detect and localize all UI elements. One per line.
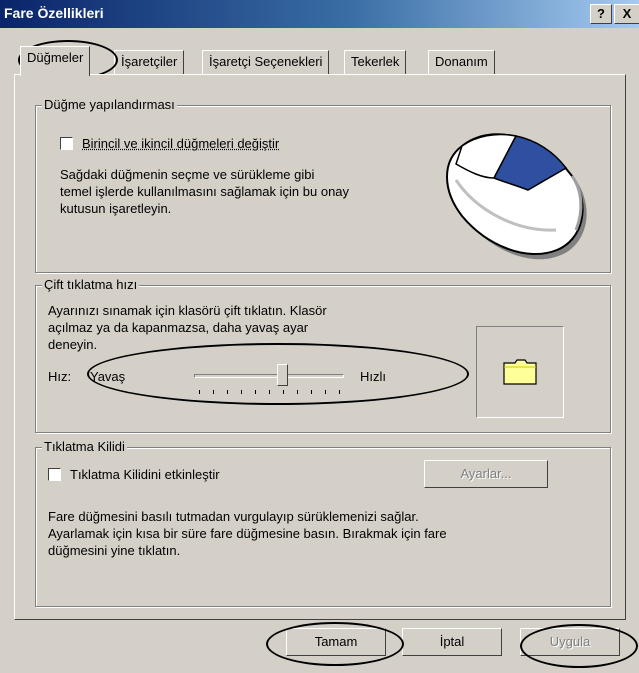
slider-tick (283, 390, 284, 394)
mouse-icon (436, 120, 596, 268)
tab-wheel[interactable]: Tekerlek (344, 50, 406, 74)
slider-tick (213, 390, 214, 394)
double-click-desc-3: deneyin. (48, 336, 97, 353)
slider-thumb[interactable] (277, 364, 288, 386)
title-bar[interactable]: Fare Özellikleri ? X (0, 0, 639, 28)
slider-tick (269, 390, 270, 394)
click-lock-desc-3: düğmesini yine tıklatın. (48, 542, 180, 559)
fast-label: Hızlı (360, 368, 386, 385)
button-config-desc-1: Sağdaki düğmenin seçme ve sürükleme gibi (60, 166, 314, 183)
slider-tick (241, 390, 242, 394)
ok-button[interactable]: Tamam (286, 628, 386, 656)
slider-track[interactable] (194, 374, 344, 378)
settings-button[interactable]: Ayarlar... (424, 460, 548, 488)
button-config-desc-2: temel işlerde kullanılmasını sağlamak iç… (60, 183, 349, 200)
tab-panel: Düğme yapılandırması Birincil ve ikincil… (14, 74, 626, 620)
click-lock-desc-2: Ayarlamak için kısa bir süre fare düğmes… (48, 525, 447, 542)
swap-buttons-label[interactable]: Birincil ve ikincil düğmeleri değiştir (82, 135, 279, 152)
slider-tick (339, 390, 340, 394)
swap-buttons-checkbox[interactable] (60, 137, 73, 150)
double-click-desc-2: açılmaz ya da kapanmazsa, daha yavaş aya… (48, 319, 308, 336)
close-button[interactable]: X (614, 4, 639, 24)
click-lock-checkbox[interactable] (48, 468, 61, 481)
button-config-label: Düğme yapılandırması (42, 97, 177, 112)
click-lock-label: Tıklatma Kilidi (42, 439, 127, 454)
apply-button[interactable]: Uygula (520, 628, 620, 656)
double-click-speed-slider[interactable] (194, 364, 344, 404)
slider-tick (325, 390, 326, 394)
folder-icon[interactable] (503, 359, 537, 385)
slider-tick (311, 390, 312, 394)
slider-tick (199, 390, 200, 394)
mouse-properties-dialog: Fare Özellikleri ? X Düğmeler İşaretçile… (0, 0, 639, 673)
double-click-desc-1: Ayarınızı sınamak için klasörü çift tıkl… (48, 302, 327, 319)
window-title: Fare Özellikleri (4, 5, 104, 21)
click-lock-desc-1: Fare düğmesini basılı tutmadan vurgulayı… (48, 508, 419, 525)
speed-label: Hız: (48, 368, 71, 385)
click-lock-group: Tıklatma Kilidi Tıklatma Kilidini etkinl… (35, 447, 611, 607)
slider-tick (227, 390, 228, 394)
button-config-group: Düğme yapılandırması Birincil ve ikincil… (35, 105, 611, 273)
slider-tick (255, 390, 256, 394)
slow-label: Yavaş (90, 368, 125, 385)
slider-tick (297, 390, 298, 394)
tab-pointers[interactable]: İşaretçiler (114, 50, 184, 74)
tab-pointer-options[interactable]: İşaretçi Seçenekleri (202, 50, 329, 74)
test-folder-area[interactable] (476, 326, 564, 418)
button-config-desc-3: kutusun işaretleyin. (60, 200, 171, 217)
double-click-group: Çift tıklatma hızı Ayarınızı sınamak içi… (35, 285, 611, 433)
cancel-button[interactable]: İptal (402, 628, 502, 656)
help-button[interactable]: ? (590, 4, 612, 24)
double-click-label: Çift tıklatma hızı (42, 277, 139, 292)
tab-buttons[interactable]: Düğmeler (20, 46, 90, 76)
click-lock-checkbox-label[interactable]: Tıklatma Kilidini etkinleştir (70, 466, 220, 483)
tab-hardware[interactable]: Donanım (428, 50, 495, 74)
